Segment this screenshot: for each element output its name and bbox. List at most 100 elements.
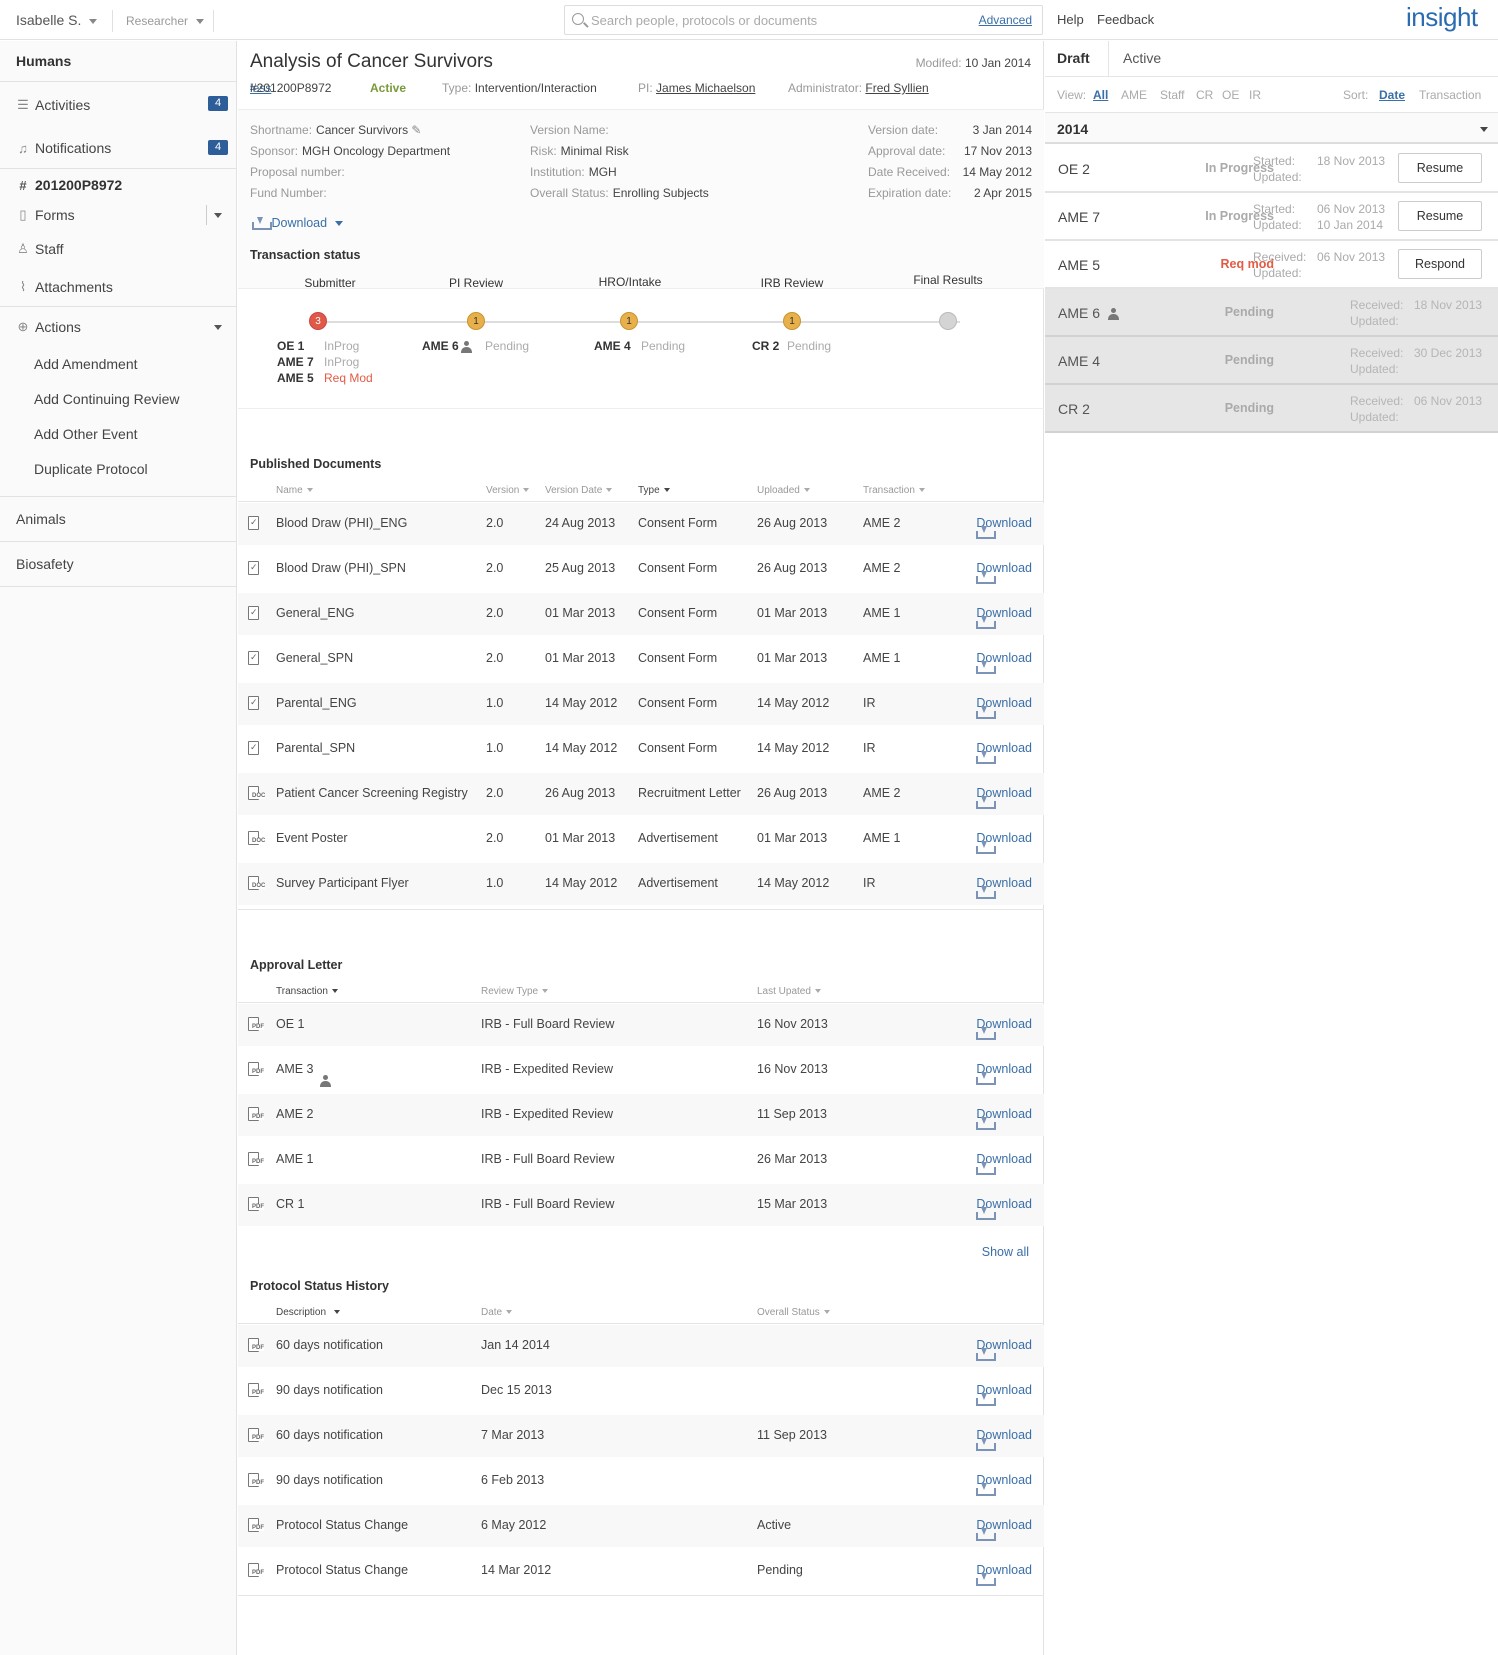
tab-draft[interactable]: Draft [1057,50,1090,66]
table-row[interactable]: AME 2 IRB - Expedited Review 11 Sep 2013 Do… [238,1094,1044,1136]
cell-transaction[interactable]: AME 1 [276,1152,314,1166]
transaction-item[interactable]: AME 6 Pending Received: 18 Nov 2013 Updated: [1045,289,1498,337]
cell-name[interactable]: Parental_SPN [276,741,355,755]
table-row[interactable]: General_ENG 2.0 01 Mar 2013 Consent Form 01 … [238,593,1044,635]
sidebar-item-activities[interactable]: ☰ Activities 4 [0,82,236,128]
view-all[interactable]: All [1093,88,1108,102]
cell-name[interactable]: General_SPN [276,651,353,665]
table-row[interactable]: Blood Draw (PHI)_ENG 2.0 24 Aug 2013 Consen… [238,503,1044,545]
cell-transaction[interactable]: CR 1 [276,1197,304,1211]
col-review-type[interactable]: Review Type [481,986,549,997]
search-input[interactable] [591,10,931,30]
pi-link[interactable]: James Michaelson [656,81,755,95]
cell-transaction[interactable]: AME 3 [276,1062,331,1087]
cell-name[interactable]: Blood Draw (PHI)_SPN [276,561,406,575]
view-cr[interactable]: CR [1196,88,1213,102]
help-link[interactable]: Help [1057,12,1084,27]
download-button[interactable]: Download [976,561,1032,584]
transaction-item[interactable]: AME 4 Pending Received: 30 Dec 2013 Updated: [1045,337,1498,385]
table-row[interactable]: Event Poster 2.0 01 Mar 2013 Advertisement 0… [238,818,1044,860]
show-all-link[interactable]: Show all [982,1245,1029,1259]
sort-transaction[interactable]: Transaction [1419,88,1481,102]
transaction-ame5[interactable]: AME 5 [277,371,314,385]
user-menu[interactable]: Isabelle S. [16,12,98,28]
sidebar-item-staff[interactable]: ♙ Staff [0,229,236,268]
sidebar-item-actions[interactable]: ⊕ Actions [0,307,236,347]
table-row[interactable]: 90 days notification 6 Feb 2013 Download [238,1460,1044,1502]
transaction-item[interactable]: AME 7 In Progress Started: 06 Nov 2013 Updat… [1045,193,1498,241]
col-uploaded[interactable]: Uploaded [757,485,810,496]
col-type[interactable]: Type [638,485,670,496]
cell-description[interactable]: 90 days notification [276,1473,383,1487]
cell-name[interactable]: Patient Cancer Screening Registry [276,786,468,800]
col-transaction[interactable]: Transaction [276,986,338,997]
role-menu[interactable]: Researcher [126,14,205,28]
advanced-search-link[interactable]: Advanced [979,13,1032,27]
transaction-ame7[interactable]: AME 7 [277,355,314,369]
table-row[interactable]: Blood Draw (PHI)_SPN 2.0 25 Aug 2013 Consen… [238,548,1044,590]
download-button[interactable]: Download [976,1473,1032,1496]
transaction-oe1[interactable]: OE 1 [277,339,304,353]
cell-description[interactable]: Protocol Status Change [276,1518,408,1532]
col-last-updated[interactable]: Last Upated [757,986,821,997]
table-row[interactable]: CR 1 IRB - Full Board Review 15 Mar 2013 Do… [238,1184,1044,1226]
irb-count-dot[interactable]: 1 [783,312,801,330]
download-button[interactable]: Download [976,1428,1032,1451]
action-duplicate-protocol[interactable]: Duplicate Protocol [0,452,236,487]
table-row[interactable]: AME 1 IRB - Full Board Review 26 Mar 2013 D… [238,1139,1044,1181]
download-button[interactable]: Download [976,1107,1032,1130]
table-row[interactable]: General_SPN 2.0 01 Mar 2013 Consent Form 01 … [238,638,1044,680]
col-overall-status[interactable]: Overall Status [757,1307,830,1318]
cell-description[interactable]: Protocol Status Change [276,1563,408,1577]
transaction-item[interactable]: OE 2 In Progress Started: 18 Nov 2013 Update… [1045,145,1498,193]
sidebar-item-animals[interactable]: Animals [0,497,236,541]
transaction-ame6[interactable]: AME 6 [422,339,472,353]
download-button[interactable]: Download [976,1338,1032,1361]
cell-transaction[interactable]: AME 2 [276,1107,314,1121]
col-version-date[interactable]: Version Date [545,485,613,496]
view-ir[interactable]: IR [1249,88,1261,102]
cell-name[interactable]: Blood Draw (PHI)_ENG [276,516,407,530]
cell-name[interactable]: Event Poster [276,831,348,845]
cell-description[interactable]: 60 days notification [276,1338,383,1352]
col-name[interactable]: Name [276,485,313,496]
cell-transaction[interactable]: OE 1 [276,1017,305,1031]
forms-dropdown-icon[interactable] [214,213,222,218]
transaction-cr2[interactable]: CR 2 [752,339,779,353]
transaction-item[interactable]: CR 2 Pending Received: 06 Nov 2013 Updated: [1045,385,1498,433]
action-add-amendment[interactable]: Add Amendment [0,347,236,382]
sidebar-item-attachments[interactable]: ⌇ Attachments [0,268,236,306]
tab-active[interactable]: Active [1123,50,1161,66]
submitter-count-dot[interactable]: 3 [309,312,327,330]
download-button[interactable]: Download [976,786,1032,809]
sidebar-item-protocol[interactable]: #201200P8972 [0,169,236,201]
cell-name[interactable]: Parental_ENG [276,696,357,710]
action-add-continuing-review[interactable]: Add Continuing Review [0,382,236,417]
download-button[interactable]: Download [976,606,1032,629]
table-row[interactable]: 90 days notification Dec 15 2013 Download [238,1370,1044,1412]
resume-button[interactable]: Resume [1398,201,1482,231]
feedback-link[interactable]: Feedback [1097,12,1154,27]
sidebar-item-biosafety[interactable]: Biosafety [0,542,236,586]
col-transaction[interactable]: Transaction [863,485,925,496]
download-button[interactable]: Download [976,876,1032,899]
table-row[interactable]: Parental_ENG 1.0 14 May 2012 Consent Form 14… [238,683,1044,725]
download-button[interactable]: Download [976,516,1032,539]
download-button[interactable]: Download [976,831,1032,854]
view-staff[interactable]: Staff [1160,88,1184,102]
transaction-ame4[interactable]: AME 4 [594,339,631,353]
table-row[interactable]: AME 3 IRB - Expedited Review 16 Nov 2013 Do… [238,1049,1044,1091]
download-button[interactable]: Download [976,1197,1032,1220]
download-button[interactable]: Download [976,696,1032,719]
hro-count-dot[interactable]: 1 [620,312,638,330]
table-row[interactable]: 60 days notification Jan 14 2014 Download [238,1325,1044,1367]
sidebar-item-humans[interactable]: Humans [0,41,236,81]
table-row[interactable]: Protocol Status Change 6 May 2012 Active Do… [238,1505,1044,1547]
action-add-other-event[interactable]: Add Other Event [0,417,236,452]
download-button[interactable]: Download [976,1563,1032,1586]
table-row[interactable]: Parental_SPN 1.0 14 May 2012 Consent Form 14… [238,728,1044,770]
download-button[interactable]: Download [976,651,1032,674]
year-group-header[interactable]: 2014 [1045,113,1498,144]
transaction-item[interactable]: AME 5 Req mod Received: 06 Nov 2013 Updated:… [1045,241,1498,289]
sidebar-item-forms[interactable]: ▯ Forms [0,201,236,229]
